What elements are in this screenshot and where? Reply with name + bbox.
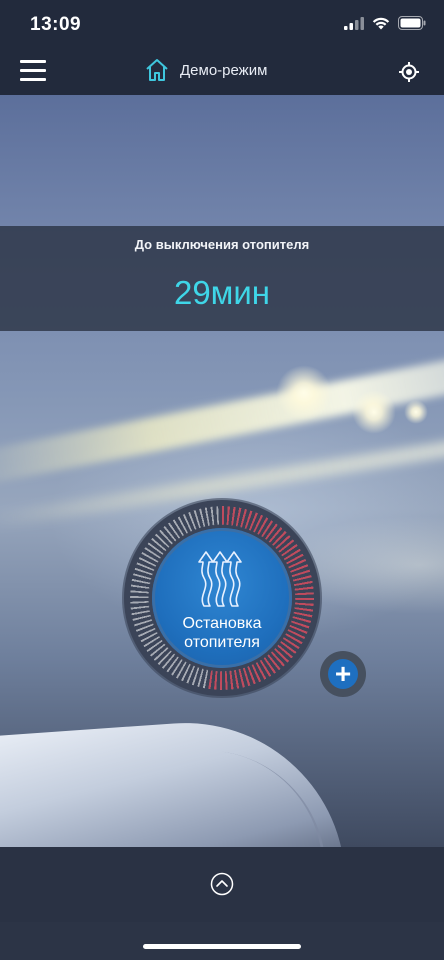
stop-heater-button[interactable]: Остановка отопителя [152, 528, 292, 668]
location-target-icon[interactable] [398, 61, 420, 88]
chevron-up-icon[interactable] [210, 872, 234, 901]
hamburger-menu-icon[interactable] [20, 60, 46, 84]
page-title: Демо-режим [180, 61, 268, 79]
navigation-bar: Демо-режим [0, 50, 444, 95]
heat-waves-icon [198, 551, 242, 607]
timer-label: До выключения отопителя [134, 237, 310, 252]
home-indicator[interactable] [143, 944, 301, 949]
street-light [276, 365, 332, 421]
status-bar: 13:09 [0, 0, 444, 50]
home-icon [146, 59, 168, 81]
battery-icon [398, 16, 426, 30]
add-time-button[interactable]: + [320, 651, 366, 697]
cellular-signal-icon [344, 16, 364, 30]
street-light [352, 390, 396, 434]
plus-icon: + [328, 659, 358, 689]
wifi-icon [372, 17, 390, 29]
status-time: 13:09 [30, 14, 82, 35]
timer-info-panel: До выключения отопителя 29мин [0, 226, 444, 331]
nav-title-group: Демо-режим [144, 57, 267, 83]
background-scene [0, 95, 444, 847]
bottom-panel [0, 847, 444, 922]
heater-dial: Остановка отопителя [124, 500, 320, 696]
timer-value: 29мин [173, 274, 271, 311]
home-indicator-area [0, 922, 444, 960]
status-icons [344, 16, 426, 30]
stop-heater-label: Остановка отопителя [182, 615, 262, 651]
street-light [404, 400, 428, 424]
